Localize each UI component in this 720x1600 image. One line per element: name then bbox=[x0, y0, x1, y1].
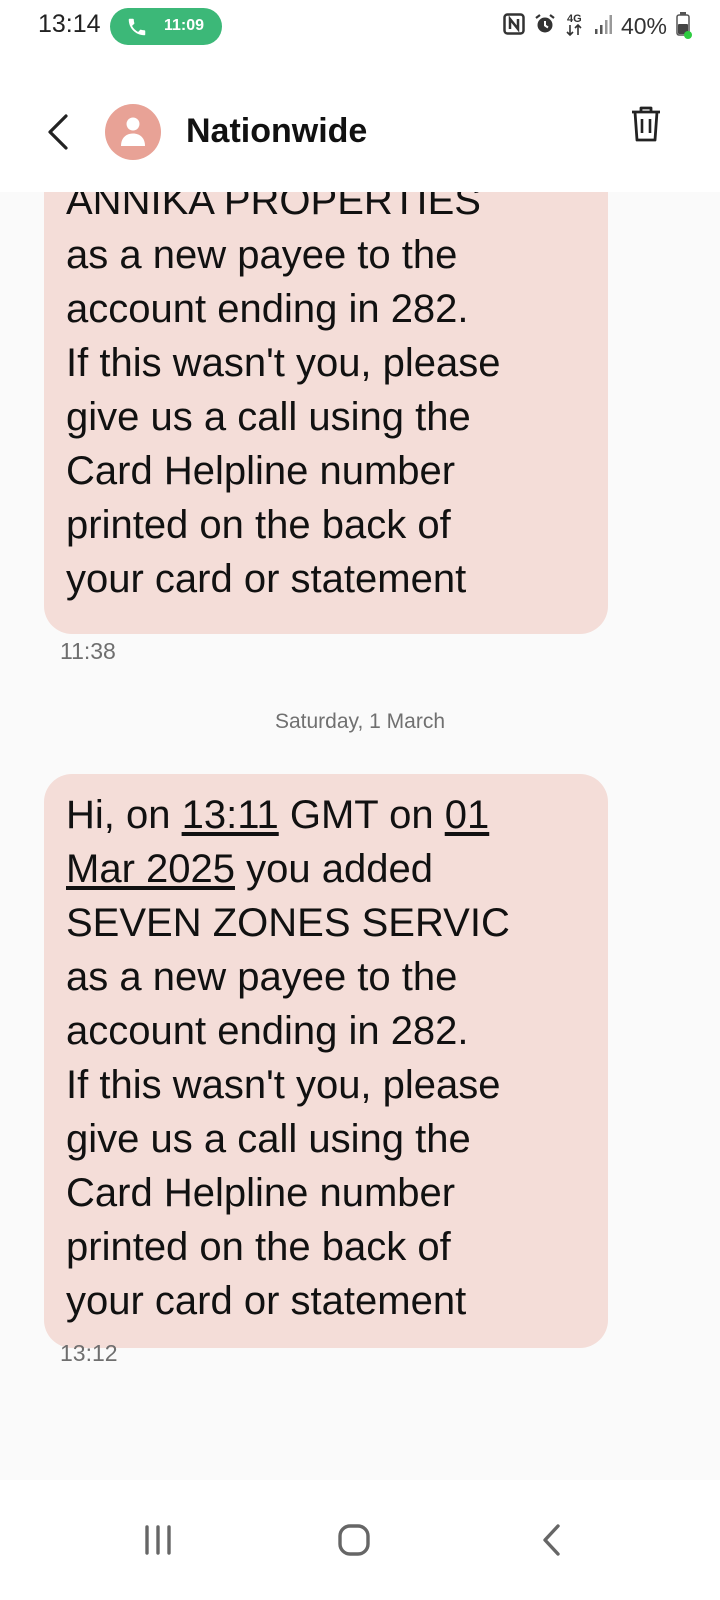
home-button[interactable] bbox=[324, 1510, 384, 1570]
person-icon bbox=[121, 117, 145, 146]
message-timestamp: 11:38 bbox=[60, 638, 116, 664]
status-bar: 13:14 11:09 4G 40% bbox=[0, 0, 720, 52]
message-text: GMT on bbox=[278, 793, 445, 837]
delete-button[interactable] bbox=[628, 104, 668, 148]
back-icon bbox=[543, 1524, 560, 1556]
nfc-icon bbox=[503, 12, 525, 40]
contact-name[interactable]: Nationwide bbox=[186, 112, 367, 151]
message-timestamp: 13:12 bbox=[60, 1340, 118, 1366]
alarm-icon bbox=[534, 13, 556, 40]
privacy-indicator-dot bbox=[684, 31, 692, 39]
ongoing-call-chip[interactable]: 11:09 bbox=[110, 8, 222, 45]
message-line: your card or statement bbox=[66, 1279, 467, 1323]
recent-apps-icon bbox=[145, 1525, 171, 1555]
call-duration: 11:09 bbox=[164, 17, 205, 34]
message-line: as a new payee to the bbox=[66, 233, 458, 277]
message-line: SEVEN ZONES SERVIC bbox=[66, 901, 510, 945]
date-link[interactable]: Mar 2025 bbox=[66, 847, 235, 891]
message-line: If this wasn't you, please bbox=[66, 341, 501, 385]
contact-avatar[interactable] bbox=[105, 104, 161, 160]
data-4g-icon: 4G bbox=[565, 11, 585, 42]
message-text: Hi, on bbox=[66, 793, 182, 837]
message-line: printed on the back of bbox=[66, 503, 451, 547]
message-list[interactable]: ANNIKA PROPERTIES as a new payee to the … bbox=[0, 192, 720, 1480]
message-line: Card Helpline number bbox=[66, 449, 456, 493]
message-line: as a new payee to the bbox=[66, 955, 458, 999]
message-line: Mar 2025 you added bbox=[66, 842, 586, 896]
message-line: Hi, on 13:11 GMT on 01 bbox=[66, 788, 586, 842]
message-line: account ending in 282. bbox=[66, 1009, 469, 1053]
back-arrow-icon bbox=[48, 114, 68, 150]
date-separator: Saturday, 1 March bbox=[274, 710, 446, 733]
system-back-button[interactable] bbox=[522, 1510, 582, 1570]
home-icon bbox=[338, 1524, 370, 1556]
recent-apps-button[interactable] bbox=[128, 1510, 188, 1570]
signal-icon bbox=[594, 13, 612, 40]
time-link[interactable]: 13:11 bbox=[182, 793, 279, 837]
message-line: give us a call using the bbox=[66, 1117, 471, 1161]
status-icons: 4G 40% bbox=[503, 11, 690, 42]
phone-icon bbox=[128, 18, 146, 36]
message-line: your card or statement bbox=[66, 557, 467, 601]
message-line: account ending in 282. bbox=[66, 287, 469, 331]
battery-percent: 40% bbox=[620, 12, 667, 39]
system-navigation-bar bbox=[0, 1480, 720, 1600]
svg-text:4G: 4G bbox=[567, 13, 582, 25]
status-time: 13:14 bbox=[38, 10, 101, 38]
message-line: printed on the back of bbox=[66, 1225, 451, 1269]
message-text: you added bbox=[234, 847, 433, 891]
message-line: If this wasn't you, please bbox=[66, 1063, 501, 1107]
message-line: ANNIKA PROPERTIES bbox=[66, 192, 481, 223]
trash-icon bbox=[632, 106, 660, 142]
date-link[interactable]: 01 bbox=[445, 793, 490, 837]
conversation-header: Nationwide bbox=[0, 52, 720, 192]
message-line: give us a call using the bbox=[66, 395, 471, 439]
message-bubble[interactable]: Hi, on 13:11 GMT on 01 Mar 2025 you adde… bbox=[44, 774, 608, 1348]
message-line: Card Helpline number bbox=[66, 1171, 456, 1215]
back-button[interactable] bbox=[38, 110, 78, 154]
message-bubble[interactable]: ANNIKA PROPERTIES as a new payee to the … bbox=[44, 192, 608, 634]
